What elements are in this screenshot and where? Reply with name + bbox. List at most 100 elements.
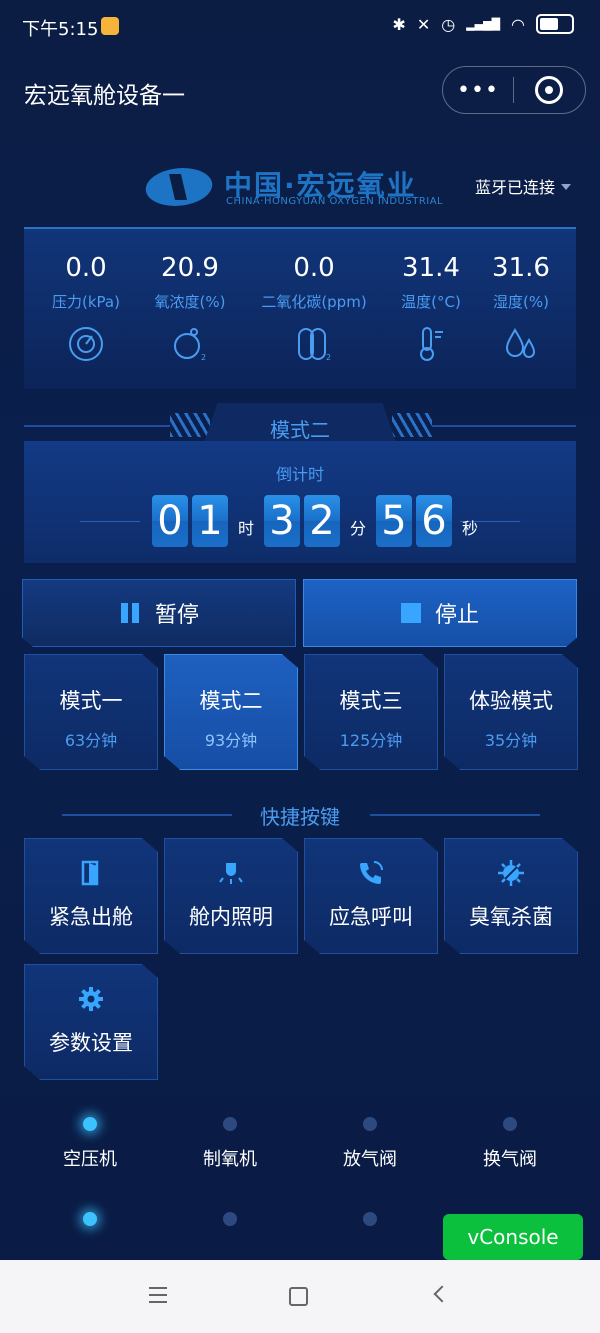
brand-name-en: CHINA·HONGYUAN OXYGEN INDUSTRIAL	[226, 196, 444, 207]
minutes-unit: 分	[350, 519, 367, 538]
metric-value: 0.0	[65, 253, 107, 283]
notification-icon	[101, 17, 119, 35]
gauge-icon	[69, 327, 103, 361]
mode-name: 模式三	[339, 689, 403, 713]
settings-button[interactable]: 参数设置	[24, 964, 158, 1080]
logo-mark-icon	[141, 168, 217, 206]
door-exit-icon	[81, 860, 99, 886]
metric-value: 20.9	[161, 253, 219, 283]
svg-text:2: 2	[201, 353, 206, 362]
quick-key-label: 舱内照明	[189, 905, 273, 929]
status-icons: ✱ ✕ ◷ ▂▄▆█ ◠	[392, 14, 574, 34]
close-button[interactable]	[514, 76, 584, 104]
humidity-icon	[505, 328, 536, 358]
mode-duration: 125分钟	[339, 731, 403, 750]
pause-icon	[119, 602, 141, 624]
mute-icon: ✕	[416, 14, 431, 34]
mode-card-3[interactable]: 模式三 125分钟	[304, 654, 438, 770]
more-button[interactable]: •••	[443, 78, 513, 103]
bluetooth-status-label: 蓝牙已连接	[475, 178, 556, 197]
metric-humidity: 31.6 湿度(%)	[466, 229, 576, 366]
hours-digit: 0	[152, 495, 188, 547]
bluetooth-status[interactable]: 蓝牙已连接	[475, 174, 572, 198]
deco-line	[24, 425, 170, 427]
device-air-compressor: 空压机	[20, 1117, 160, 1171]
seconds-unit: 秒	[462, 519, 479, 538]
current-mode-label: 模式二	[270, 418, 330, 442]
stop-label: 停止	[434, 603, 479, 628]
quick-key-label: 应急呼叫	[329, 905, 413, 929]
minutes-digit: 2	[304, 495, 341, 547]
battery-icon	[536, 14, 574, 34]
indicator-off	[503, 1117, 517, 1131]
svg-text:2: 2	[326, 353, 331, 362]
pause-button[interactable]: 暂停	[22, 579, 296, 647]
cabin-light-button[interactable]: 舱内照明	[164, 838, 298, 954]
mode-card-1[interactable]: 模式一 63分钟	[24, 654, 158, 770]
alarm-icon: ◷	[441, 14, 456, 34]
target-icon	[535, 76, 563, 104]
quick-key-label: 臭氧杀菌	[469, 905, 553, 929]
metric-co2: 0.0 二氧化碳(ppm) 2	[259, 229, 369, 366]
stop-icon	[400, 603, 421, 623]
countdown-digits: 0 1 时 3 2 分 5 6 秒	[152, 495, 488, 547]
bluetooth-icon: ✱	[392, 14, 406, 34]
seconds-digit: 5	[376, 495, 413, 547]
stop-button[interactable]: 停止	[303, 579, 577, 647]
device-label: 制氧机	[203, 1149, 257, 1170]
signal-icon: ▂▄▆█	[466, 17, 501, 31]
phone-call-icon	[360, 861, 383, 884]
device-label: 空压机	[63, 1149, 117, 1170]
device-indicator	[300, 1212, 440, 1226]
ozone-sterilize-button[interactable]: 臭氧杀菌	[444, 838, 578, 954]
mini-program-capsule: •••	[442, 66, 586, 114]
mode-duration: 35分钟	[484, 731, 538, 750]
device-label: 换气阀	[483, 1149, 537, 1170]
hours-digit: 1	[192, 495, 228, 547]
lamp-icon	[219, 863, 243, 884]
metric-label: 压力(kPa)	[52, 293, 120, 311]
device-label: 放气阀	[343, 1149, 397, 1170]
metric-oxygen: 20.9 氧浓度(%) 2	[135, 229, 245, 366]
mode-name: 模式一	[59, 689, 123, 713]
metrics-panel: 0.0 压力(kPa) 20.9 氧浓度(%) 2 0.0 二氧化碳(ppm) …	[24, 227, 576, 389]
deco-line	[80, 521, 140, 522]
oxygen-icon: 2	[174, 328, 206, 362]
emergency-exit-button[interactable]: 紧急出舱	[24, 838, 158, 954]
quick-key-label: 紧急出舱	[49, 905, 133, 929]
indicator-off	[223, 1117, 237, 1131]
hours-unit: 时	[238, 519, 255, 538]
indicator-on	[83, 1212, 97, 1226]
status-bar: 下午5:15 ✱ ✕ ◷ ▂▄▆█ ◠	[0, 0, 600, 54]
deco-stripes	[392, 413, 432, 437]
menu-icon[interactable]	[149, 1287, 167, 1308]
mode-duration: 63分钟	[64, 731, 118, 750]
metric-value: 0.0	[293, 253, 335, 283]
chevron-down-icon	[561, 184, 572, 190]
mode-card-2[interactable]: 模式二 93分钟	[164, 654, 298, 770]
page-title: 宏远氧舱设备一	[24, 83, 185, 109]
mode-card-trial[interactable]: 体验模式 35分钟	[444, 654, 578, 770]
metric-label: 氧浓度(%)	[154, 293, 226, 311]
brand-logo: 中国·宏远氧业 CHINA·HONGYUAN OXYGEN INDUSTRIAL	[141, 166, 456, 210]
quick-key-label: 参数设置	[49, 1031, 133, 1055]
metric-label: 湿度(%)	[493, 293, 549, 311]
sterilize-icon	[498, 860, 524, 886]
device-oxygen-generator: 制氧机	[160, 1117, 300, 1171]
countdown-panel: 倒计时 0 1 时 3 2 分 5 6 秒	[24, 441, 576, 563]
indicator-on	[83, 1117, 97, 1131]
metric-label: 二氧化碳(ppm)	[261, 293, 367, 311]
indicator-off	[363, 1117, 377, 1131]
metric-pressure: 0.0 压力(kPa)	[31, 229, 141, 366]
device-indicator	[20, 1212, 160, 1226]
co2-icon: 2	[298, 328, 331, 362]
emergency-call-button[interactable]: 应急呼叫	[304, 838, 438, 954]
device-exchange-valve: 换气阀	[440, 1117, 580, 1171]
vconsole-button[interactable]: vConsole	[443, 1214, 583, 1260]
gear-icon	[79, 987, 103, 1011]
indicator-off	[223, 1212, 237, 1226]
wifi-icon: ◠	[511, 14, 525, 34]
home-icon[interactable]	[289, 1287, 308, 1306]
device-vent-valve: 放气阀	[300, 1117, 440, 1171]
pause-label: 暂停	[154, 603, 199, 628]
